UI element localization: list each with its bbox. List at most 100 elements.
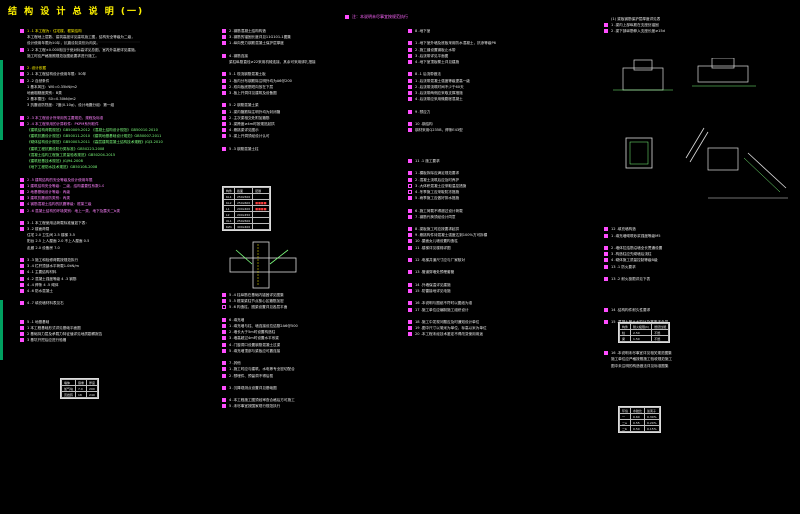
note-line[interactable]: 20 .本工程未经技术鉴定不得改变使用用途 xyxy=(408,331,598,337)
checkbox[interactable] xyxy=(20,332,24,337)
checkbox[interactable] xyxy=(604,307,608,312)
checkbox[interactable] xyxy=(222,299,226,304)
checkbox[interactable] xyxy=(20,29,24,34)
checkbox[interactable] xyxy=(222,348,226,353)
checkbox[interactable] xyxy=(222,35,226,40)
checkbox[interactable] xyxy=(222,305,226,310)
checkbox[interactable] xyxy=(222,330,226,335)
checkbox[interactable] xyxy=(222,90,226,95)
checkbox[interactable] xyxy=(222,324,226,329)
checkbox[interactable] xyxy=(222,367,226,372)
checkbox[interactable] xyxy=(222,72,226,77)
checkbox[interactable] xyxy=(222,109,226,114)
checkbox[interactable] xyxy=(20,183,24,188)
checkbox[interactable] xyxy=(20,78,24,83)
checkbox[interactable] xyxy=(408,301,412,306)
checkbox[interactable] xyxy=(408,208,412,213)
checkbox[interactable] xyxy=(20,121,24,126)
checkbox[interactable] xyxy=(408,233,412,238)
checkbox[interactable] xyxy=(222,404,226,409)
checkbox[interactable] xyxy=(604,233,608,238)
checkbox[interactable] xyxy=(20,208,24,213)
checkbox[interactable] xyxy=(20,301,24,306)
checkbox[interactable] xyxy=(604,23,608,28)
checkbox[interactable] xyxy=(222,78,226,83)
checkbox[interactable] xyxy=(222,342,226,347)
checkbox[interactable] xyxy=(408,258,412,263)
checkbox[interactable] xyxy=(408,196,412,201)
checkbox[interactable] xyxy=(222,336,226,341)
checkbox[interactable] xyxy=(604,276,608,281)
checkbox[interactable] xyxy=(222,29,226,34)
checkbox[interactable] xyxy=(604,29,608,34)
top-note[interactable]: 注：本说明未尽事宜按规范执行 xyxy=(345,14,408,20)
checkbox[interactable] xyxy=(408,128,412,133)
checkbox[interactable] xyxy=(408,47,412,52)
checkbox[interactable] xyxy=(20,258,24,263)
checkbox[interactable] xyxy=(408,282,412,287)
checkbox[interactable] xyxy=(408,239,412,244)
checkbox[interactable] xyxy=(222,398,226,403)
note-line[interactable]: 5 .未尽事宜按国家现行规范执行 xyxy=(222,403,402,409)
checkbox[interactable] xyxy=(20,282,24,287)
checkbox[interactable] xyxy=(408,72,412,77)
checkbox[interactable] xyxy=(20,276,24,281)
checkbox[interactable] xyxy=(408,288,412,293)
checkbox[interactable] xyxy=(408,53,412,58)
checkbox[interactable] xyxy=(604,320,608,325)
checkbox[interactable] xyxy=(408,227,412,232)
checkbox[interactable] xyxy=(20,264,24,269)
checkbox[interactable] xyxy=(408,177,412,182)
checkbox[interactable] xyxy=(222,373,226,378)
checkbox[interactable] xyxy=(222,84,226,89)
checkbox[interactable] xyxy=(20,66,24,71)
checkbox[interactable] xyxy=(408,121,412,126)
checkbox[interactable] xyxy=(222,41,226,46)
checkbox[interactable] xyxy=(408,78,412,83)
checkbox[interactable] xyxy=(20,227,24,232)
checkbox[interactable] xyxy=(20,47,24,52)
checkbox[interactable] xyxy=(408,270,412,275)
checkbox[interactable] xyxy=(408,326,412,331)
checkbox[interactable] xyxy=(20,270,24,275)
checkbox[interactable] xyxy=(408,84,412,89)
checkbox[interactable] xyxy=(408,90,412,95)
checkbox[interactable] xyxy=(604,246,608,251)
checkbox[interactable] xyxy=(408,214,412,219)
checkbox[interactable] xyxy=(408,29,412,34)
checkbox[interactable] xyxy=(222,146,226,151)
checkbox[interactable] xyxy=(222,385,226,390)
checkbox[interactable] xyxy=(408,159,412,164)
note-line[interactable]: 3 基坑开挖后应进行验槽 xyxy=(20,337,210,343)
checkbox[interactable] xyxy=(604,252,608,257)
checkbox[interactable] xyxy=(222,128,226,133)
checkbox[interactable] xyxy=(408,60,412,65)
checkbox[interactable] xyxy=(20,220,24,225)
checkbox[interactable] xyxy=(408,97,412,102)
checkbox[interactable] xyxy=(408,319,412,324)
checkbox[interactable] xyxy=(604,227,608,232)
checkbox[interactable] xyxy=(20,196,24,201)
checkbox[interactable] xyxy=(408,183,412,188)
checkbox[interactable] xyxy=(408,245,412,250)
checkbox[interactable] xyxy=(408,171,412,176)
checkbox[interactable] xyxy=(408,189,412,194)
checkbox[interactable] xyxy=(222,293,226,298)
checkbox[interactable] xyxy=(20,115,24,120)
checkbox[interactable] xyxy=(20,326,24,331)
checkbox[interactable] xyxy=(20,338,24,343)
checkbox[interactable] xyxy=(20,72,24,77)
checkbox[interactable] xyxy=(408,109,412,114)
checkbox[interactable] xyxy=(20,189,24,194)
checkbox[interactable] xyxy=(20,202,24,207)
checkbox[interactable] xyxy=(408,307,412,312)
checkbox[interactable] xyxy=(408,332,412,337)
checkbox[interactable] xyxy=(408,41,412,46)
checkbox[interactable] xyxy=(604,351,608,356)
checkbox[interactable] xyxy=(222,53,226,58)
checkbox[interactable] xyxy=(604,264,608,269)
checkbox[interactable] xyxy=(20,319,24,324)
checkbox[interactable] xyxy=(222,115,226,120)
checkbox[interactable] xyxy=(222,361,226,366)
checkbox[interactable] xyxy=(604,258,608,263)
